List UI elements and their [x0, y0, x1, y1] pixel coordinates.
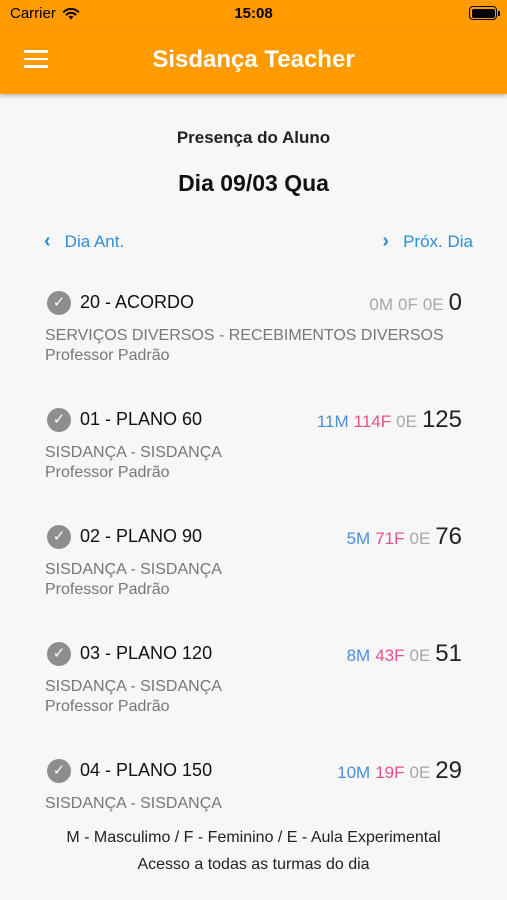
check-circle-icon: ✓ — [47, 408, 71, 432]
female-count: 71F — [375, 529, 405, 548]
male-count: 5M — [346, 529, 371, 548]
class-item[interactable]: ✓ 03 - PLANO 120 8M 43F 0E 51 SISDANÇA -… — [45, 640, 465, 740]
experimental-count: 0E — [422, 295, 444, 314]
previous-day-label: Dia Ant. — [64, 231, 125, 251]
previous-day-button[interactable]: ‹ Dia Ant. — [44, 230, 124, 253]
male-count: 11M — [316, 412, 349, 431]
class-professor: Professor Padrão — [45, 464, 170, 481]
legend-text: M - Masculimo / F - Feminino / E - Aula … — [66, 829, 441, 846]
class-description: SERVIÇOS DIVERSOS - RECEBIMENTOS DIVERSO… — [45, 327, 444, 344]
class-item[interactable]: ✓ 04 - PLANO 150 10M 19F 0E 29 SISDANÇA … — [45, 757, 465, 823]
class-name: 04 - PLANO 150 — [80, 760, 213, 780]
class-item[interactable]: ✓ 01 - PLANO 60 11M 114F 0E 125 SISDANÇA… — [45, 406, 465, 506]
class-item[interactable]: ✓ 02 - PLANO 90 5M 71F 0E 76 SISDANÇA - … — [45, 523, 465, 623]
total-count: 0 — [448, 289, 462, 316]
page-subtitle: Presença do Aluno — [176, 128, 331, 147]
class-name: 02 - PLANO 90 — [80, 526, 203, 546]
total-count: 51 — [435, 640, 462, 667]
attendance-counts: 10M 19F 0E 29 — [337, 757, 462, 785]
class-name: 20 - ACORDO — [80, 292, 195, 312]
next-day-label: Próx. Dia — [403, 231, 473, 251]
female-count: 0F — [398, 295, 418, 314]
class-professor: Professor Padrão — [45, 581, 170, 598]
next-day-button[interactable]: › Próx. Dia — [382, 230, 473, 253]
class-description: SISDANÇA - SISDANÇA — [45, 795, 222, 812]
all-classes-link[interactable]: Acesso a todas as turmas do dia — [0, 856, 507, 874]
class-description: SISDANÇA - SISDANÇA — [45, 444, 222, 461]
status-time: 15:08 — [234, 5, 273, 22]
attendance-counts: 11M 114F 0E 125 — [317, 406, 462, 434]
class-professor: Professor Padrão — [45, 347, 170, 364]
male-count: 10M — [337, 763, 371, 782]
class-description: SISDANÇA - SISDANÇA — [45, 678, 222, 695]
attendance-counts: 0M 0F 0E 0 — [369, 289, 462, 317]
class-name: 01 - PLANO 60 — [80, 409, 203, 429]
experimental-count: 0E — [409, 529, 431, 548]
experimental-count: 0E — [409, 763, 431, 782]
app-bar: Sisdança Teacher — [0, 28, 507, 94]
check-circle-icon: ✓ — [47, 525, 71, 549]
battery-icon — [469, 6, 500, 20]
total-count: 29 — [435, 757, 462, 784]
status-bar: Carrier 15:08 — [0, 0, 507, 28]
class-item[interactable]: ✓ 20 - ACORDO 0M 0F 0E 0 SERVIÇOS DIVERS… — [45, 289, 465, 389]
total-count: 76 — [435, 523, 462, 550]
female-count: 114F — [353, 412, 392, 431]
class-professor: Professor Padrão — [45, 698, 170, 715]
male-count: 8M — [346, 646, 371, 665]
class-name: 03 - PLANO 120 — [80, 643, 213, 663]
attendance-counts: 8M 43F 0E 51 — [347, 640, 462, 668]
female-count: 43F — [375, 646, 405, 665]
chevron-left-icon: ‹ — [44, 230, 51, 252]
check-circle-icon: ✓ — [47, 642, 71, 666]
page-title: Dia 09/03 Qua — [178, 170, 329, 196]
total-count: 125 — [421, 406, 462, 433]
app-title: Sisdança Teacher — [152, 46, 355, 73]
female-count: 19F — [375, 763, 405, 782]
class-description: SISDANÇA - SISDANÇA — [45, 561, 222, 578]
attendance-counts: 5M 71F 0E 76 — [347, 523, 462, 551]
male-count: 0M — [369, 295, 393, 314]
check-circle-icon: ✓ — [47, 291, 71, 315]
experimental-count: 0E — [396, 412, 417, 431]
experimental-count: 0E — [409, 646, 431, 665]
check-circle-icon: ✓ — [47, 759, 71, 783]
chevron-right-icon: › — [382, 230, 390, 252]
